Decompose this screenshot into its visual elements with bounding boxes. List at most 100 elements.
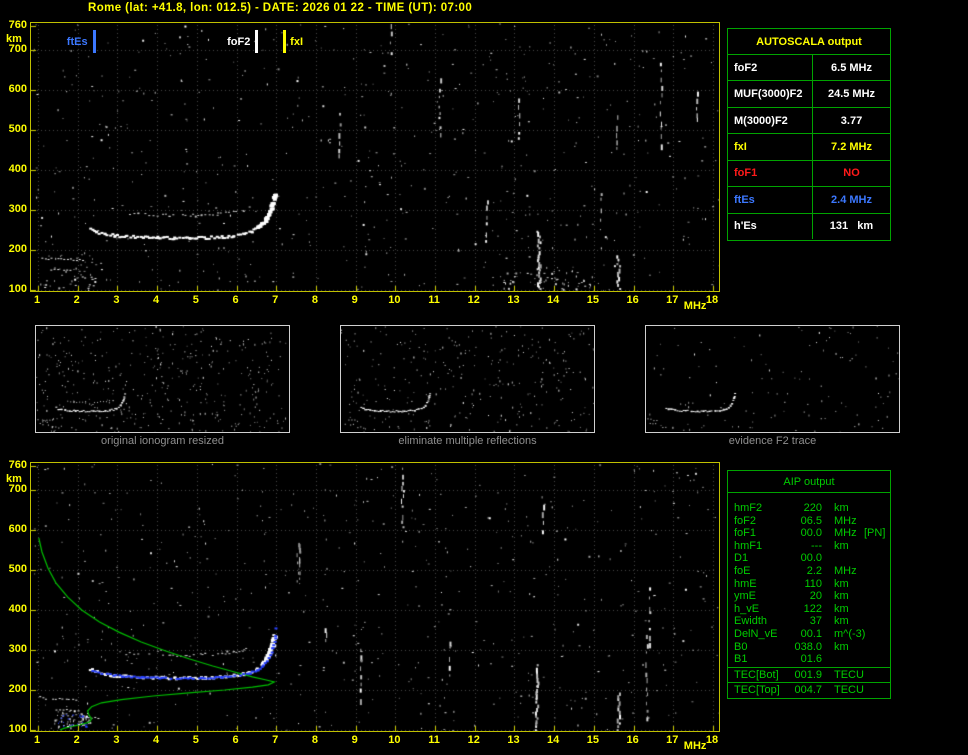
x-axis-tick-label: 14 bbox=[542, 294, 564, 306]
aip-param-label: DelN_vE bbox=[728, 628, 792, 641]
x-axis-tick-label: 12 bbox=[463, 734, 485, 746]
autoscala-row: foF1NO bbox=[728, 161, 890, 187]
aip-param-unit: TECU bbox=[822, 669, 862, 682]
aip-row: hmF2220km bbox=[728, 502, 890, 515]
ionogram-top-markers: ftEsfoF2fxI bbox=[31, 23, 719, 291]
aip-output-table: AIP output hmF2220kmfoF206.5MHzfoF100.0M… bbox=[727, 470, 891, 699]
autoscala-param-value: 24.5 MHz bbox=[812, 81, 890, 106]
y-axis-tick-label: 100 bbox=[1, 283, 27, 295]
x-axis-tick-label: 2 bbox=[66, 734, 88, 746]
aip-param-note bbox=[862, 578, 890, 591]
x-axis-tick-label: 4 bbox=[145, 734, 167, 746]
thumbnail-caption-eliminate: eliminate multiple reflections bbox=[340, 435, 595, 447]
x-axis-tick-label: 3 bbox=[105, 734, 127, 746]
thumbnail-original-ionogram bbox=[35, 325, 290, 433]
x-axis-tick-label: 2 bbox=[66, 294, 88, 306]
aip-param-label: B0 bbox=[728, 641, 792, 654]
aip-row: hmE110km bbox=[728, 578, 890, 591]
autoscala-param-value: 6.5 MHz bbox=[812, 55, 890, 80]
y-axis-tick-label: 400 bbox=[1, 603, 27, 615]
fxI-marker-label: fxI bbox=[290, 36, 303, 48]
x-axis-tick-label: 11 bbox=[423, 734, 445, 746]
aip-param-label: Ewidth bbox=[728, 615, 792, 628]
aip-param-unit: km bbox=[822, 603, 862, 616]
thumbnail-original-canvas bbox=[36, 326, 289, 432]
aip-param-note bbox=[862, 653, 890, 666]
aip-param-value: 06.5 bbox=[792, 515, 822, 528]
aip-param-value: 00.0 bbox=[792, 527, 822, 540]
y-axis-unit-label: km bbox=[1, 33, 27, 45]
aip-row: Ewidth37km bbox=[728, 615, 890, 628]
aip-param-label: hmF2 bbox=[728, 502, 792, 515]
aip-param-note: [PN] bbox=[862, 527, 890, 540]
y-axis-tick-label: 100 bbox=[1, 723, 27, 735]
aip-param-label: ymE bbox=[728, 590, 792, 603]
page-title: Rome (lat: +41.8, lon: 012.5) - DATE: 20… bbox=[88, 2, 472, 14]
aip-param-note bbox=[862, 552, 890, 565]
aip-row: TEC[Top]004.7TECU bbox=[728, 684, 890, 697]
aip-param-label: hmF1 bbox=[728, 540, 792, 553]
autoscala-param-value: 3.77 bbox=[812, 108, 890, 133]
x-axis-tick-label: 15 bbox=[582, 734, 604, 746]
autoscala-param-label: foF2 bbox=[728, 55, 812, 80]
autoscala-table-title: AUTOSCALA output bbox=[728, 29, 890, 55]
ionogram-top-x-axis: 123456789101112131415161718MHz bbox=[30, 294, 730, 314]
ftEs-marker-line bbox=[93, 30, 96, 53]
y-axis-tick-label: 500 bbox=[1, 563, 27, 575]
aip-param-label: TEC[Top] bbox=[728, 684, 792, 697]
y-axis-tick-label: 760 bbox=[1, 459, 27, 471]
autoscala-table-rows: foF26.5 MHzMUF(3000)F224.5 MHzM(3000)F23… bbox=[728, 55, 890, 239]
aip-param-value: 00.1 bbox=[792, 628, 822, 641]
aip-param-note bbox=[862, 628, 890, 641]
aip-param-value: 001.9 bbox=[792, 669, 822, 682]
thumbnail-eliminate-reflections bbox=[340, 325, 595, 433]
aip-param-value: --- bbox=[792, 540, 822, 553]
y-axis-tick-label: 300 bbox=[1, 643, 27, 655]
aip-row: hmF1---km bbox=[728, 540, 890, 553]
aip-row: foF100.0MHz[PN] bbox=[728, 527, 890, 540]
aip-param-note bbox=[862, 515, 890, 528]
x-axis-tick-label: 11 bbox=[423, 294, 445, 306]
fxI-marker-line bbox=[283, 30, 286, 53]
aip-param-value: 038.0 bbox=[792, 641, 822, 654]
aip-param-unit: m^(-3) bbox=[822, 628, 862, 641]
autoscala-param-value: 7.2 MHz bbox=[812, 134, 890, 159]
aip-param-unit: TECU bbox=[822, 684, 862, 697]
aip-param-unit bbox=[822, 653, 862, 666]
ionogram-bottom-y-axis: 760700600500400300200100km bbox=[0, 462, 29, 732]
x-axis-tick-label: 13 bbox=[502, 294, 524, 306]
x-axis-tick-label: 10 bbox=[383, 734, 405, 746]
aip-param-unit: km bbox=[822, 502, 862, 515]
y-axis-tick-label: 300 bbox=[1, 203, 27, 215]
aip-param-value: 122 bbox=[792, 603, 822, 616]
aip-param-value: 01.6 bbox=[792, 653, 822, 666]
autoscala-window: Rome (lat: +41.8, lon: 012.5) - DATE: 20… bbox=[0, 0, 968, 755]
aip-row: foE2.2MHz bbox=[728, 565, 890, 578]
aip-param-label: hmE bbox=[728, 578, 792, 591]
y-axis-tick-label: 500 bbox=[1, 123, 27, 135]
ionogram-bottom-x-axis: 123456789101112131415161718MHz bbox=[30, 734, 730, 754]
x-axis-tick-label: 13 bbox=[502, 734, 524, 746]
x-axis-tick-label: 15 bbox=[582, 294, 604, 306]
y-axis-tick-label: 600 bbox=[1, 83, 27, 95]
ionogram-top: ftEsfoF2fxI bbox=[30, 22, 720, 292]
aip-param-note bbox=[862, 641, 890, 654]
aip-param-label: foF2 bbox=[728, 515, 792, 528]
x-axis-tick-label: 7 bbox=[264, 294, 286, 306]
thumbnail-eliminate-canvas bbox=[341, 326, 594, 432]
autoscala-param-label: MUF(3000)F2 bbox=[728, 81, 812, 106]
x-axis-unit-label: MHz bbox=[680, 300, 710, 312]
x-axis-tick-label: 1 bbox=[26, 294, 48, 306]
thumbnail-evidence-canvas bbox=[646, 326, 899, 432]
x-axis-tick-label: 9 bbox=[344, 294, 366, 306]
aip-param-note bbox=[862, 615, 890, 628]
autoscala-row: M(3000)F23.77 bbox=[728, 108, 890, 134]
ionogram-bottom bbox=[30, 462, 720, 732]
aip-row: D100.0 bbox=[728, 552, 890, 565]
x-axis-tick-label: 4 bbox=[145, 294, 167, 306]
foF2-marker-line bbox=[255, 30, 258, 53]
autoscala-param-label: fxI bbox=[728, 134, 812, 159]
x-axis-tick-label: 10 bbox=[383, 294, 405, 306]
x-axis-tick-label: 5 bbox=[185, 734, 207, 746]
aip-param-unit: MHz bbox=[822, 515, 862, 528]
